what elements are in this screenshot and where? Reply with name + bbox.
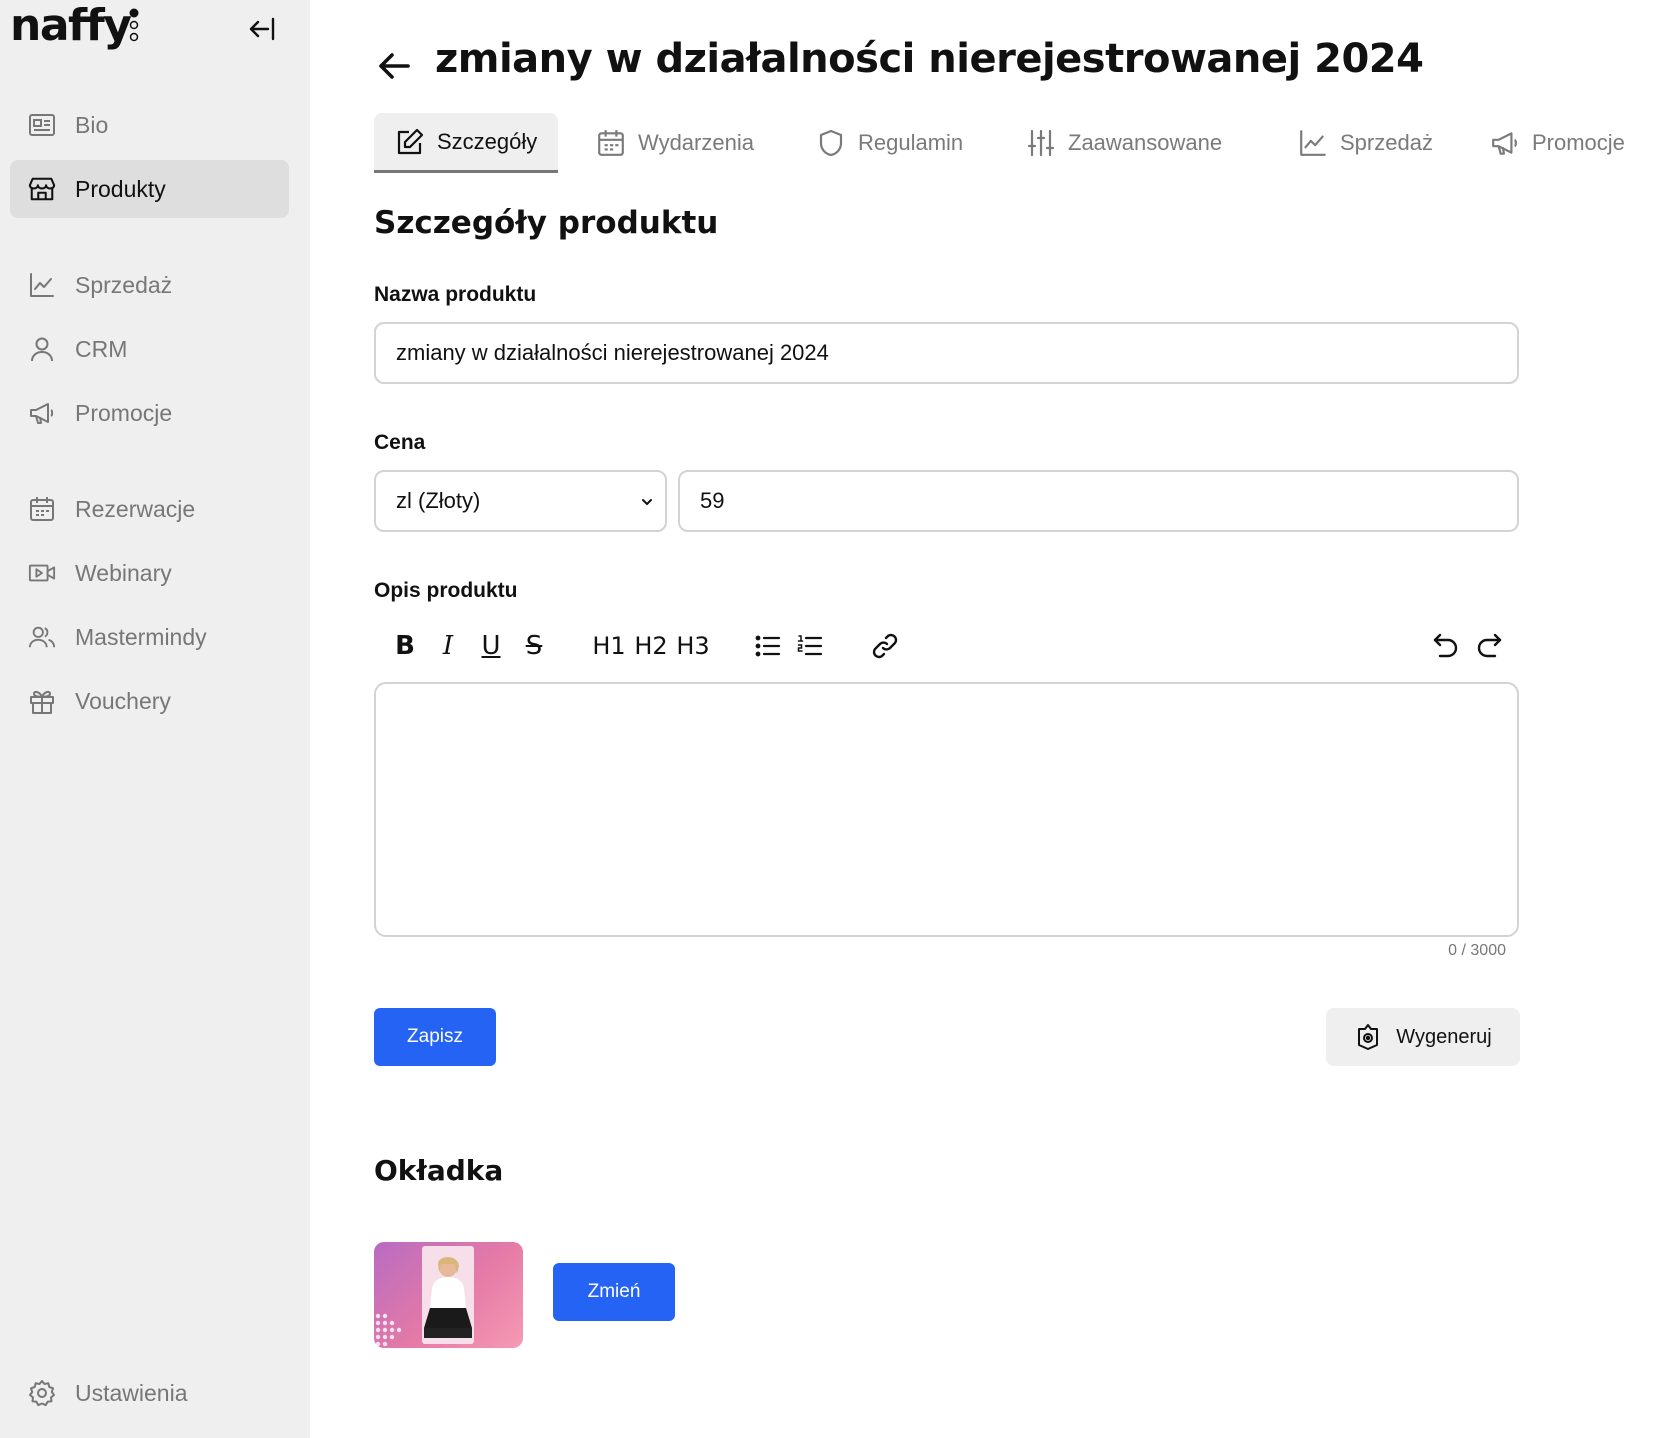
sidebar: naffy Bio Produkty Sprzedaż CRM Promocje… [0,0,310,1438]
calendar-icon [28,495,56,523]
tab-label: Sprzedaż [1340,130,1433,155]
currency-value: zl (Złoty) [396,488,481,513]
sidebar-item-crm[interactable]: CRM [10,320,289,378]
sidebar-item-label: Bio [75,111,109,138]
megaphone-icon [28,399,56,427]
bullet-list-button[interactable] [752,628,784,664]
arrow-left-icon [379,53,410,79]
tab-promocje[interactable]: Promocje [1490,113,1625,173]
bold-button[interactable]: B [390,628,420,664]
save-button[interactable]: Zapisz [374,1008,496,1066]
tab-label: Wydarzenia [638,130,754,155]
chevron-down-icon [642,499,652,505]
tab-szczegoly[interactable]: Szczegóły [374,113,559,173]
product-name-input[interactable]: zmiany w działalności nierejestrowanej 2… [374,322,1519,384]
redo-icon [1477,633,1502,658]
gear-icon [28,1379,56,1407]
tab-wydarzenia[interactable]: Wydarzenia [596,113,754,173]
sidebar-item-webinary[interactable]: Webinary [10,544,289,602]
user-icon [28,335,56,363]
sidebar-item-label: Ustawienia [75,1379,188,1406]
description-label: Opis produktu [374,579,518,602]
tab-label: Promocje [1532,130,1625,155]
heading3-button[interactable]: H3 [674,628,712,664]
users-icon [28,623,56,651]
sidebar-item-label: Vouchery [75,687,171,714]
heading3-label: H3 [676,632,710,660]
sidebar-item-ustawienia[interactable]: Ustawienia [10,1364,289,1422]
undo-button[interactable] [1429,628,1463,664]
heading1-label: H1 [592,632,626,660]
change-cover-button[interactable]: Zmień [553,1263,675,1321]
ai-generate-icon [1358,1024,1379,1050]
sidebar-item-label: Webinary [75,559,172,586]
tab-regulamin[interactable]: Regulamin [816,113,963,173]
sidebar-item-produkty[interactable]: Produkty [10,160,289,218]
sidebar-item-label: Mastermindy [75,623,207,650]
sidebar-item-label: Produkty [75,175,166,202]
logo-dots-icon [129,8,139,42]
description-editor[interactable] [374,682,1519,937]
section-title-details: Szczegóły produktu [374,205,719,241]
cover-image [374,1242,523,1348]
sidebar-item-rezerwacje[interactable]: Rezerwacje [10,480,289,538]
strikethrough-button[interactable]: S [518,628,550,664]
sidebar-item-vouchery[interactable]: Vouchery [10,672,289,730]
sidebar-item-promocje[interactable]: Promocje [10,384,289,442]
sidebar-item-label: Sprzedaż [75,271,173,298]
collapse-sidebar-button[interactable] [246,14,280,44]
undo-icon [1433,633,1458,658]
currency-select[interactable]: zl (Złoty) [374,470,667,532]
strikethrough-label: S [525,631,543,661]
price-input[interactable]: 59 [678,470,1519,532]
tab-label: Regulamin [858,130,964,155]
generate-button[interactable]: Wygeneruj [1326,1008,1520,1066]
redo-button[interactable] [1472,628,1506,664]
bullet-list-icon [755,635,781,657]
video-icon [28,559,56,587]
chart-line-icon [1298,128,1328,158]
section-title-cover: Okładka [374,1154,504,1187]
sidebar-item-mastermindy[interactable]: Mastermindy [10,608,289,666]
character-counter: 0 / 3000 [1448,942,1506,959]
bold-label: B [395,631,415,661]
megaphone-icon [1490,128,1520,158]
heading2-label: H2 [634,632,668,660]
tab-sprzedaz[interactable]: Sprzedaż [1298,113,1433,173]
product-name-label: Nazwa produktu [374,283,537,306]
sidebar-item-sprzedaz[interactable]: Sprzedaż [10,256,289,314]
italic-label: I [442,631,454,661]
tab-label: Zaawansowane [1068,130,1223,155]
calendar-icon [596,128,626,158]
naffy-logo[interactable]: naffy [10,2,132,50]
price-label: Cena [374,431,426,454]
underline-label: U [481,631,501,661]
sidebar-item-bio[interactable]: Bio [10,96,289,154]
heading1-button[interactable]: H1 [590,628,628,664]
back-button[interactable] [374,44,414,84]
sidebar-item-label: Rezerwacje [75,495,196,522]
underline-button[interactable]: U [475,628,507,664]
gift-icon [28,687,56,715]
cover-photo-illustration [375,1246,474,1347]
link-icon [872,633,898,659]
id-card-icon [28,111,56,139]
generate-label: Wygeneruj [1396,1025,1492,1048]
link-button[interactable] [868,628,902,664]
heading2-button[interactable]: H2 [632,628,670,664]
sidebar-item-label: CRM [75,335,128,362]
tab-zaawansowane[interactable]: Zaawansowane [1026,113,1222,173]
tab-label: Szczegóły [437,128,538,154]
sliders-icon [1026,128,1056,158]
page-title: zmiany w działalności nierejestrowanej 2… [435,36,1424,82]
numbered-list-icon [797,635,823,656]
chart-line-icon [28,271,56,299]
numbered-list-button[interactable] [794,628,826,664]
edit-icon [395,127,425,157]
shield-icon [816,128,846,158]
store-icon [28,175,56,203]
arrow-left-bar-icon [249,17,275,41]
italic-button[interactable]: I [433,628,463,664]
sidebar-item-label: Promocje [75,399,173,426]
